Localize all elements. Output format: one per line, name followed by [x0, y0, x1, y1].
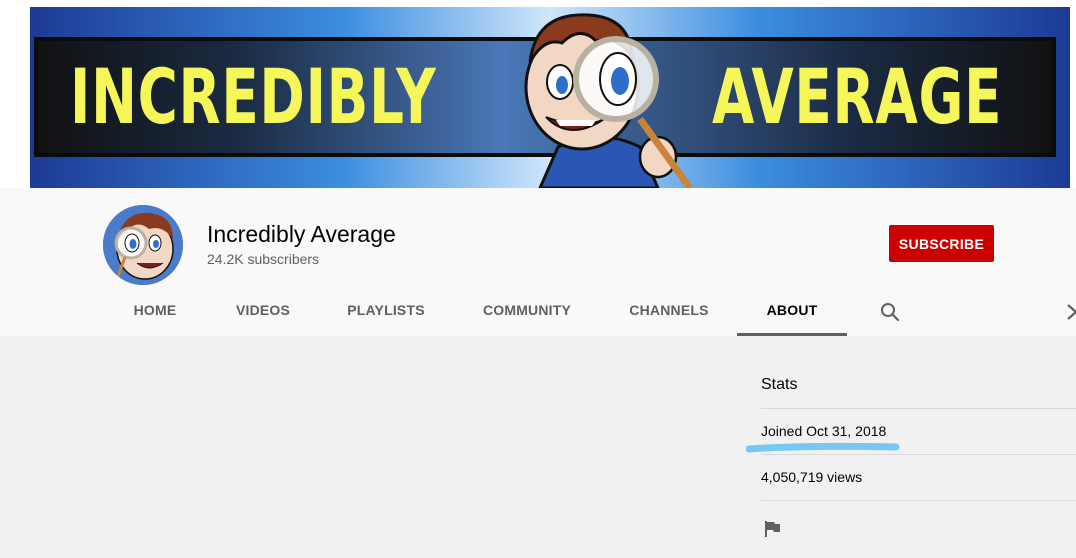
- channel-tabs: HOME VIDEOS PLAYLISTS COMMUNITY CHANNELS…: [0, 288, 1076, 336]
- tab-videos[interactable]: VIDEOS: [225, 288, 301, 333]
- channel-avatar[interactable]: [103, 205, 183, 285]
- stats-title: Stats: [761, 376, 798, 393]
- banner-text-right: AVERAGE: [712, 52, 1003, 141]
- tab-playlists[interactable]: PLAYLISTS: [340, 288, 432, 333]
- channel-name: Incredibly Average: [207, 221, 396, 247]
- subscriber-count: 24.2K subscribers: [207, 251, 320, 267]
- divider: [761, 408, 1076, 409]
- tab-channels[interactable]: CHANNELS: [622, 288, 716, 333]
- channel-banner: INCREDIBLY AVERAGE: [30, 7, 1070, 188]
- chevron-right-icon[interactable]: [1066, 303, 1076, 321]
- banner-text-left: INCREDIBLY: [70, 52, 437, 141]
- joined-date: Joined Oct 31, 2018: [761, 423, 887, 439]
- mascot-illustration: [524, 13, 693, 188]
- flag-icon[interactable]: [764, 520, 782, 538]
- tab-about[interactable]: ABOUT: [737, 288, 847, 336]
- subscribe-button[interactable]: SUBSCRIBE: [889, 225, 994, 262]
- search-icon[interactable]: [878, 300, 902, 324]
- divider: [761, 500, 1076, 501]
- highlight-underline: [746, 442, 900, 453]
- tab-community[interactable]: COMMUNITY: [474, 288, 580, 333]
- channel-header: Incredibly Average 24.2K subscribers SUB…: [0, 188, 1076, 336]
- view-count: 4,050,719 views: [761, 469, 863, 485]
- tab-home[interactable]: HOME: [120, 288, 190, 333]
- cartoon-magnifier-avatar-icon: [103, 205, 183, 285]
